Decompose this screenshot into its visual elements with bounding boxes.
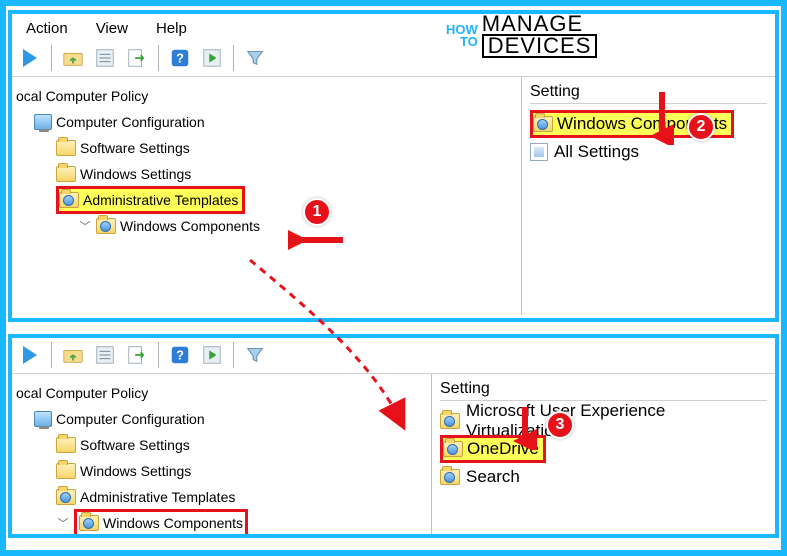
list-label: All Settings xyxy=(554,142,639,162)
toolbar-separator xyxy=(51,45,52,71)
up-folder-icon xyxy=(62,47,84,69)
annotation-arrow-down-3 xyxy=(513,405,537,450)
logo-howtomanagedevices: HOW TO MANAGE DEVICES xyxy=(446,14,597,58)
back-button[interactable] xyxy=(16,44,44,72)
help-button[interactable]: ? xyxy=(166,44,194,72)
list-item-windows-components[interactable]: Windows Components xyxy=(530,110,767,138)
tree-software-settings[interactable]: Software Settings xyxy=(16,135,517,161)
annotation-badge-3: 3 xyxy=(546,411,574,439)
tree-label: Windows Settings xyxy=(80,166,191,182)
back-icon xyxy=(23,49,37,67)
folder-icon xyxy=(56,437,76,453)
logo-manage: MANAGE xyxy=(482,14,598,34)
folder-icon xyxy=(56,463,76,479)
folder-icon xyxy=(56,140,76,156)
tree-label: Computer Configuration xyxy=(56,411,205,427)
annotation-badge-2: 2 xyxy=(687,113,715,141)
properties-icon xyxy=(94,344,116,366)
folder-admin-icon xyxy=(440,469,460,485)
run-icon xyxy=(201,344,223,366)
tree-root-label: ocal Computer Policy xyxy=(16,88,148,104)
menu-help[interactable]: Help xyxy=(156,20,187,37)
column-header-setting[interactable]: Setting xyxy=(530,83,767,104)
run-button[interactable] xyxy=(198,341,226,369)
highlight-admin-templates: Administrative Templates xyxy=(56,186,245,214)
folder-icon xyxy=(56,166,76,182)
annotation-arrow-left xyxy=(288,228,348,252)
export-button[interactable] xyxy=(123,44,151,72)
tree-label: Administrative Templates xyxy=(83,192,238,208)
back-button[interactable] xyxy=(16,341,44,369)
logo-devices: DEVICES xyxy=(482,34,598,58)
annotation-arrow-down-2 xyxy=(650,90,674,145)
help-button[interactable]: ? xyxy=(166,341,194,369)
list-item-search[interactable]: Search xyxy=(440,463,767,491)
list-item-all-settings[interactable]: All Settings xyxy=(530,138,767,166)
logo-to: TO xyxy=(460,36,478,48)
all-settings-icon xyxy=(530,143,548,161)
folder-admin-icon xyxy=(59,192,79,208)
column-header-setting[interactable]: Setting xyxy=(440,380,767,401)
expand-icon[interactable]: ﹀ xyxy=(78,218,92,234)
up-folder-icon xyxy=(62,344,84,366)
annotation-dashed-arrow xyxy=(230,250,450,443)
tree-windows-settings[interactable]: Windows Settings xyxy=(16,161,517,187)
up-folder-button[interactable] xyxy=(59,44,87,72)
folder-admin-icon xyxy=(96,218,116,234)
back-icon xyxy=(23,346,37,364)
tree-windows-components[interactable]: ﹀ Windows Components xyxy=(16,510,427,534)
tree-admin-templates[interactable]: Administrative Templates xyxy=(16,187,517,213)
tree-root-label: ocal Computer Policy xyxy=(16,385,148,401)
svg-text:?: ? xyxy=(176,50,184,65)
list-label: Search xyxy=(466,467,520,487)
toolbar: ? xyxy=(12,41,775,77)
list-pane[interactable]: Setting Windows Components All Settings xyxy=(522,77,775,315)
tree-label: Software Settings xyxy=(80,437,190,453)
tree-label: Windows Settings xyxy=(80,463,191,479)
menu-view[interactable]: View xyxy=(96,20,128,37)
menu-action[interactable]: Action xyxy=(26,20,68,37)
tree-admin-templates[interactable]: Administrative Templates xyxy=(16,484,427,510)
toolbar-separator xyxy=(233,45,234,71)
filter-icon xyxy=(244,47,266,69)
help-icon: ? xyxy=(169,47,191,69)
toolbar-separator xyxy=(51,342,52,368)
tree-windows-components[interactable]: ﹀ Windows Components xyxy=(16,213,517,239)
help-icon: ? xyxy=(169,344,191,366)
computer-icon xyxy=(34,114,52,130)
export-button[interactable] xyxy=(123,341,151,369)
tree-label: Windows Components xyxy=(120,218,260,234)
folder-admin-icon xyxy=(533,116,553,132)
run-button[interactable] xyxy=(198,44,226,72)
toolbar-separator xyxy=(158,342,159,368)
tree-root[interactable]: ocal Computer Policy xyxy=(16,83,517,109)
tree-label: Windows Components xyxy=(103,515,243,531)
up-folder-button[interactable] xyxy=(59,341,87,369)
properties-icon xyxy=(94,47,116,69)
export-icon xyxy=(126,47,148,69)
tree-label: Software Settings xyxy=(80,140,190,156)
expand-icon[interactable]: ﹀ xyxy=(56,515,70,531)
tree-label: Computer Configuration xyxy=(56,114,205,130)
export-icon xyxy=(126,344,148,366)
computer-icon xyxy=(34,411,52,427)
svg-text:?: ? xyxy=(176,347,184,362)
folder-admin-icon xyxy=(443,441,463,457)
annotation-badge-1: 1 xyxy=(303,198,331,226)
folder-admin-icon xyxy=(56,489,76,505)
tree-label: Administrative Templates xyxy=(80,489,235,505)
tree-windows-settings[interactable]: Windows Settings xyxy=(16,458,427,484)
menu-bar: Action View Help xyxy=(12,14,775,41)
filter-button[interactable] xyxy=(241,44,269,72)
properties-button[interactable] xyxy=(91,44,119,72)
properties-button[interactable] xyxy=(91,341,119,369)
toolbar-separator xyxy=(158,45,159,71)
tree-computer-configuration[interactable]: Computer Configuration xyxy=(16,109,517,135)
list-pane[interactable]: Setting Microsoft User Experience Virtua… xyxy=(432,374,775,534)
highlight-windows-components-tree: Windows Components xyxy=(74,509,248,534)
run-icon xyxy=(201,47,223,69)
list-item-ms-uev[interactable]: Microsoft User Experience Virtualization xyxy=(440,407,767,435)
folder-admin-icon xyxy=(79,515,99,531)
